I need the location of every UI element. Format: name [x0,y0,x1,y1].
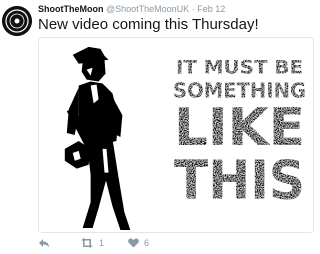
artwork-text: IT MUST BE SOMETHING LIKE THIS [173,58,306,212]
artwork-line-1: IT MUST BE [176,58,303,79]
retweet-button[interactable]: 1 [80,236,104,250]
tweet-text: New video coming this Thursday! [38,16,259,33]
media-artwork: IT MUST BE SOMETHING LIKE THIS [39,38,313,232]
heart-icon [128,238,139,248]
display-name[interactable]: ShootTheMoon [38,4,103,14]
retweet-icon [81,238,93,248]
avatar-image [2,6,32,36]
separator-dot: · [191,4,195,14]
like-count: 6 [144,238,150,248]
tweet-media-image[interactable]: IT MUST BE SOMETHING LIKE THIS [38,37,314,233]
avatar[interactable] [2,6,32,36]
reply-button[interactable] [38,236,50,250]
tweet-header: ShootTheMoon @ShootTheMoonUK · Feb 12 [38,4,225,15]
retweet-count: 1 [99,238,105,248]
artwork-line-4: THIS [174,148,305,211]
reply-icon [39,239,49,248]
tweet-date[interactable]: Feb 12 [197,4,225,14]
like-button[interactable]: 6 [128,236,149,250]
user-handle[interactable]: @ShootTheMoonUK [106,4,189,14]
tweet-actions: 1 6 [38,236,314,250]
